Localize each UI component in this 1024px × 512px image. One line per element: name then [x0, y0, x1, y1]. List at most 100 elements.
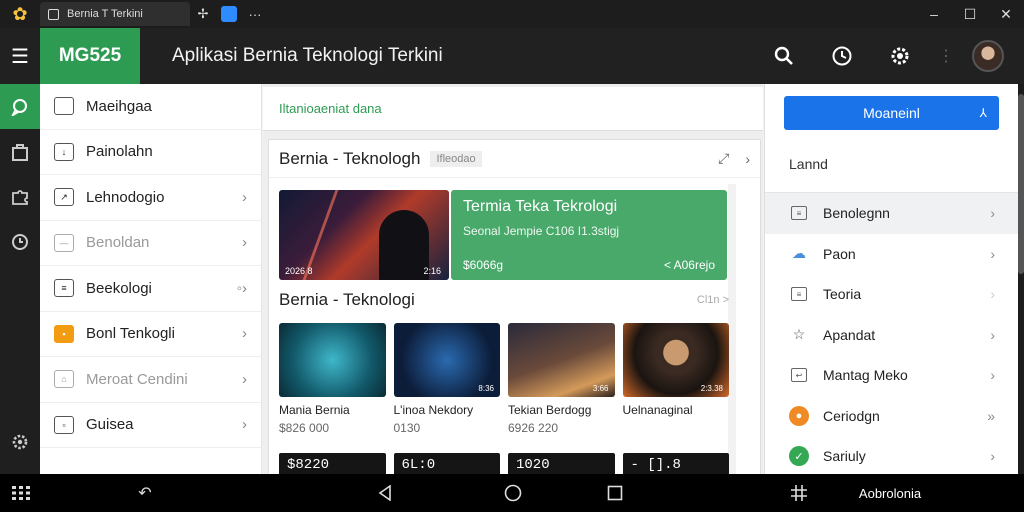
hero-image-caption: 2026 8	[285, 266, 313, 276]
thumbnail-image	[279, 323, 386, 397]
panel-item-label: Mantag Meko	[823, 367, 908, 384]
close-icon[interactable]: ✕	[988, 0, 1024, 28]
thumbnail-row: Mania Bernia $826 000 8:36 L'inoa Nekdor…	[279, 323, 729, 435]
home-icon[interactable]	[500, 474, 526, 512]
sidebar-item-label: Bonl Tenkogli	[86, 325, 175, 343]
rail-chat-icon[interactable]	[0, 84, 40, 129]
page-icon: ≡	[791, 287, 807, 302]
panel-item[interactable]: ≡ Benolegnn ›	[765, 193, 1018, 234]
sidebar-item-home[interactable]: Maeihgaa	[40, 84, 261, 130]
thumbnail-badge: 8:36	[478, 384, 494, 393]
thumbnail-card[interactable]: 2:3.38 Uelnanaginal	[622, 323, 729, 435]
tab-icon	[48, 8, 59, 20]
news-card: Bernia - Teknologh Ifleodao ⤢ › 2026 8 2…	[268, 139, 761, 474]
check-circle-icon: ✓	[789, 446, 809, 467]
header-actions: ⋮	[764, 28, 1004, 84]
notice-banner[interactable]: Iltanioaeniat dana	[263, 87, 763, 131]
sidebar-item-label: Painolahn	[86, 143, 153, 161]
thumbnail-card[interactable]: Mania Bernia $826 000	[279, 323, 386, 435]
menu-icon[interactable]: ☰	[0, 28, 40, 84]
sidebar-item-painolahn[interactable]: ↓ Painolahn	[40, 130, 261, 175]
panel-item[interactable]: ● Ceriodgn »	[765, 396, 1018, 437]
chevron-right-icon: ›	[990, 367, 995, 384]
chevron-right-icon: ›	[242, 234, 247, 252]
panel-list: ≡ Benolegnn › ☁ Paon › ≡ Teoria › ☆ Apan…	[765, 193, 1018, 474]
maximize-icon[interactable]: ☐	[952, 0, 988, 28]
sidebar-item-benoldan[interactable]: — Benoldan ›	[40, 221, 261, 266]
sidebar-item-beekologi[interactable]: ≡ Beekologi ◦›	[40, 266, 261, 312]
chevron-right-icon[interactable]: ›	[745, 151, 750, 167]
recents-icon[interactable]	[602, 474, 628, 512]
section-more-link[interactable]: Cl1n >	[697, 294, 729, 306]
rail-settings-icon[interactable]	[0, 419, 40, 464]
primary-action-button[interactable]: Moaneinl ⅄	[784, 96, 999, 130]
right-panel: Moaneinl ⅄ Lannd ≡ Benolegnn › ☁ Paon › …	[764, 84, 1018, 474]
section-title: Bernia - Teknologi	[279, 290, 415, 309]
search-icon[interactable]	[764, 36, 804, 76]
card-tag[interactable]: Ifleodao	[430, 150, 482, 167]
page-title: Aplikasi Bernia Teknologi Terkini	[172, 45, 443, 66]
section-header: Bernia - Teknologi Cl1n >	[279, 290, 729, 310]
scrollbar-thumb[interactable]	[1018, 94, 1024, 274]
more-icon[interactable]: ···	[242, 2, 268, 26]
orange-badge-icon: ▪	[54, 324, 74, 343]
dropdown-arrow-icon: ⅄	[979, 106, 987, 120]
panel-item[interactable]: ≡ Teoria ›	[765, 274, 1018, 315]
thumbnail-card[interactable]: 3:66 Tekian Berdogg 6926 220	[508, 323, 615, 435]
hero-price: $6066g	[463, 258, 504, 272]
document-icon: ≡	[54, 279, 74, 298]
rail-clock-icon[interactable]	[0, 219, 40, 264]
thumbnail-image: 3:66	[508, 323, 615, 397]
brand-logo[interactable]: MG525	[40, 28, 140, 84]
app-grid-icon[interactable]	[10, 474, 32, 512]
hero-link[interactable]: < A06rejo	[664, 258, 715, 272]
toggle-icon: ◦›	[236, 279, 247, 297]
chevron-right-icon: ›	[990, 245, 995, 262]
expand-icon[interactable]: ⤢	[718, 150, 729, 167]
overflow-menu-icon[interactable]: ⋮	[938, 46, 954, 66]
counter-display: $8220	[279, 453, 386, 474]
thumbnail-title: Tekian Berdogg	[508, 403, 592, 417]
thumbnail-title: Uelnanaginal	[622, 403, 693, 417]
hero-feature-card[interactable]: Termia Teka Tekrologi Seonal Jempie C106…	[451, 190, 727, 280]
sidebar-item-lehnodogio[interactable]: ↗ Lehnodogio ›	[40, 175, 261, 221]
card-header: Bernia - Teknologh Ifleodao ⤢ ›	[269, 140, 760, 178]
undo-icon[interactable]: ↶	[130, 474, 160, 512]
settings-gear-icon[interactable]	[880, 36, 920, 76]
counter-row: $8220 6L:0 1020 - [].8	[279, 453, 729, 474]
sidebar-item-bonl-tenkogli[interactable]: ▪ Bonl Tenkogli ›	[40, 312, 261, 357]
hero-title: Termia Teka Tekrologi	[463, 198, 618, 215]
screenshot-icon[interactable]	[786, 474, 812, 512]
sidebar-item-guisea[interactable]: ▫ Guisea ›	[40, 403, 261, 448]
rail-bag-icon[interactable]	[0, 129, 40, 174]
minimize-icon[interactable]: –	[916, 0, 952, 28]
back-icon[interactable]	[372, 474, 398, 512]
pin-icon[interactable]: ✢	[190, 2, 216, 26]
thumbnail-card[interactable]: 8:36 L'inoa Nekdory 0130	[393, 323, 500, 435]
blue-app-icon[interactable]	[221, 6, 237, 22]
window-icon: ↩	[791, 368, 807, 383]
chevron-right-icon: ›	[990, 326, 995, 343]
panel-item[interactable]: ✓ Sariuly ›	[765, 436, 1018, 474]
sidebar-item-meroat-cendini[interactable]: ⌂ Meroat Cendini ›	[40, 357, 261, 403]
sidebar-item-label: Maeihgaa	[86, 97, 152, 115]
panel-label: Lannd	[789, 156, 828, 172]
panel-item[interactable]: ☆ Apandat ›	[765, 315, 1018, 356]
left-rail	[0, 84, 40, 474]
rail-puzzle-icon[interactable]	[0, 174, 40, 219]
history-icon[interactable]	[822, 36, 862, 76]
hero-image[interactable]: 2026 8 2:16	[279, 190, 449, 280]
tag-icon: ⌂	[54, 370, 74, 389]
thumbnail-title: L'inoa Nekdory	[393, 403, 474, 417]
nav-status-label[interactable]: Aobrolonia	[850, 474, 930, 512]
chevron-right-icon: ›	[242, 325, 247, 343]
panel-item[interactable]: ↩ Mantag Meko ›	[765, 355, 1018, 396]
card-scrollbar[interactable]	[728, 184, 736, 474]
browser-tab[interactable]: Bernia T Terkini	[40, 2, 190, 26]
thumbnail-badge: 2:3.38	[700, 384, 723, 393]
panel-item[interactable]: ☁ Paon ›	[765, 234, 1018, 275]
window-scrollbar[interactable]	[1018, 84, 1024, 474]
sidebar: Maeihgaa ↓ Painolahn ↗ Lehnodogio › — Be…	[40, 84, 262, 474]
chevron-right-icon: ›	[242, 416, 247, 434]
user-avatar[interactable]	[972, 40, 1004, 72]
